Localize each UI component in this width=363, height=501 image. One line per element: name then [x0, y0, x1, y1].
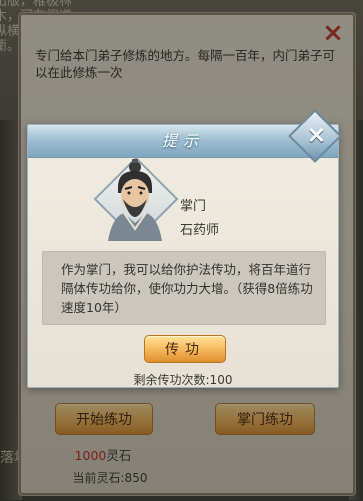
sect-master-portrait — [108, 159, 162, 241]
message-box: 作为掌门，我可以给你护法传功，将百年道行隔体传功给你，使你功力大增。（获得8倍练… — [42, 251, 326, 325]
close-icon: × — [306, 120, 327, 149]
hint-dialog: 提示 × 掌门 石药师 作为掌门，我可以给你护法传功，将百年道行隔体传功给你，使… — [27, 109, 342, 388]
npc-name: 石药师 — [180, 223, 220, 238]
npc-title: 掌门 — [180, 199, 207, 214]
remaining-transfers: 剩余传功次数:100 — [133, 373, 233, 387]
transfer-power-button[interactable]: 传功 — [144, 335, 226, 363]
dialog-title: 提示 — [161, 132, 204, 150]
message-text: 作为掌门，我可以给你护法传功，将百年道行隔体传功给你，使你功力大增。（获得8倍练… — [61, 262, 313, 315]
